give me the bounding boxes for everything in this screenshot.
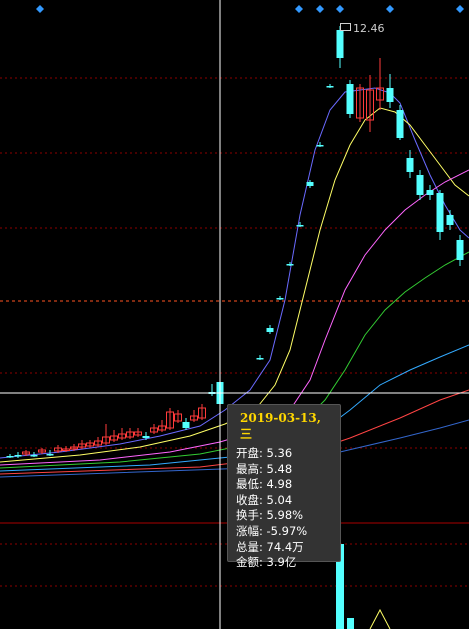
candle-body [182, 422, 190, 428]
tooltip-row-low: 最低: 4.98 [236, 477, 293, 492]
candle-down[interactable] [446, 210, 454, 230]
candle-up[interactable] [86, 440, 94, 448]
candle-down[interactable] [416, 170, 424, 200]
candle-body [346, 84, 354, 114]
candle-down[interactable] [266, 325, 274, 334]
candle-up[interactable] [118, 428, 126, 440]
candle-down[interactable] [396, 105, 404, 140]
tooltip-row-turnover: 换手: 5.98% [236, 508, 304, 523]
tooltip-date: 2019-03-13,三 [240, 411, 321, 441]
candle-body [406, 158, 414, 172]
candle-down[interactable] [14, 452, 22, 458]
tooltip-row-high: 最高: 5.48 [236, 461, 293, 476]
candle-down[interactable] [296, 222, 304, 227]
candle-down[interactable] [426, 185, 434, 200]
candle-up[interactable] [158, 420, 166, 432]
candle-body [46, 454, 54, 456]
candle-up[interactable] [110, 430, 118, 442]
event-marker-icon[interactable] [386, 5, 394, 13]
candle-body [436, 193, 444, 232]
candle-body [266, 328, 274, 332]
event-marker-icon[interactable] [36, 5, 44, 13]
candle-up[interactable] [150, 424, 158, 434]
candle-down[interactable] [436, 190, 444, 240]
candle-down[interactable] [208, 384, 216, 396]
candle-up[interactable] [166, 408, 174, 430]
candle-up[interactable] [198, 404, 206, 420]
candle-body [416, 175, 424, 195]
candle-down[interactable] [406, 150, 414, 178]
event-marker-icon[interactable] [316, 5, 324, 13]
tooltip-row-open: 开盘: 5.36 [236, 446, 293, 460]
candle-body [142, 436, 150, 438]
candle-up[interactable] [366, 75, 374, 132]
candle-body [386, 88, 394, 102]
candle-body [396, 110, 404, 138]
tooltip-row-volume: 总量: 74.4万 [236, 539, 304, 554]
candle-down[interactable] [386, 74, 394, 108]
candle-up[interactable] [174, 410, 182, 423]
candle-body [286, 264, 294, 266]
ohlc-tooltip: 2019-03-13,三 开盘: 5.36 最高: 5.48 最低: 4.98 … [227, 404, 341, 569]
ma5-line [0, 87, 469, 459]
candle-body [456, 240, 464, 260]
candle-body [276, 298, 284, 300]
candle-body [6, 456, 14, 458]
candle-down[interactable] [456, 235, 464, 266]
candle-down[interactable] [256, 355, 264, 360]
candle-down[interactable] [182, 418, 190, 430]
candle-down[interactable] [286, 262, 294, 266]
candle-body [316, 145, 324, 147]
candle-down[interactable] [6, 454, 14, 458]
candle-up[interactable] [376, 58, 384, 110]
candle-body [14, 455, 22, 457]
max-price-label: 12.46 [340, 22, 385, 35]
candle-up[interactable] [78, 440, 86, 449]
candle-body [256, 358, 264, 360]
candle-up[interactable] [94, 437, 102, 447]
tooltip-row-amount: 金额: 3.9亿 [236, 555, 297, 570]
volume-bar [347, 618, 354, 629]
candle-body [326, 86, 334, 88]
tooltip-row-change: 涨幅: -5.97% [236, 523, 308, 538]
tooltip-row-close: 收盘: 5.04 [236, 492, 293, 507]
max-price-marker-icon [340, 23, 351, 31]
candle-up[interactable] [102, 424, 110, 445]
event-marker-icon[interactable] [456, 5, 464, 13]
candle-down[interactable] [276, 296, 284, 300]
candle-body [30, 455, 38, 457]
candle-down[interactable] [346, 80, 354, 118]
event-markers[interactable] [36, 5, 464, 13]
candle-body [446, 215, 454, 225]
candle-body [426, 190, 434, 195]
candle-up[interactable] [134, 428, 142, 437]
candle-body [296, 225, 304, 227]
candle-up[interactable] [126, 428, 134, 439]
candle-up[interactable] [190, 410, 198, 422]
event-marker-icon[interactable] [295, 5, 303, 13]
event-marker-icon[interactable] [336, 5, 344, 13]
candle-body [306, 182, 314, 186]
candle-down[interactable] [326, 84, 334, 88]
volume-ma-line [369, 608, 391, 629]
